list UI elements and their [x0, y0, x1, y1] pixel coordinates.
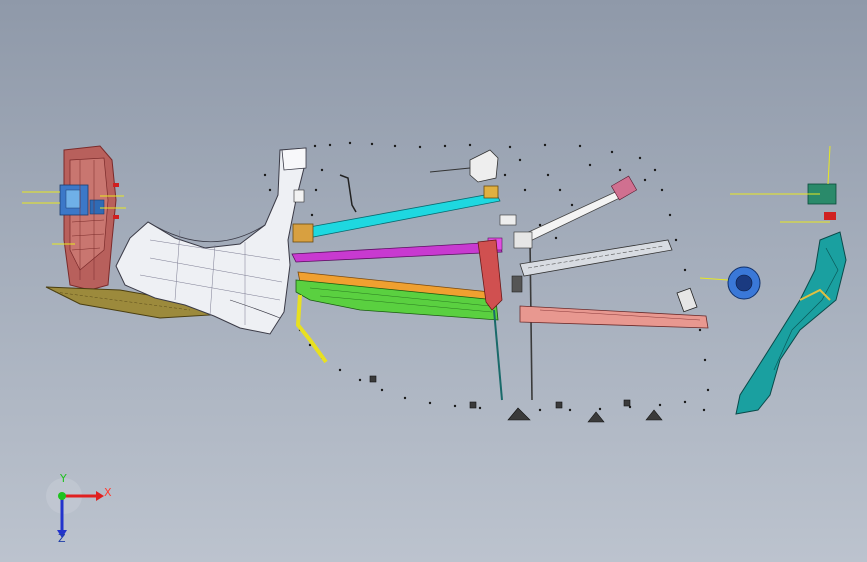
- upper-bracket[interactable]: [429, 149, 517, 226]
- side-rail-magenta[interactable]: [291, 237, 503, 263]
- floor-member-pink[interactable]: [519, 305, 709, 329]
- coordinate-triad: X Y Z: [40, 472, 120, 548]
- rail-grey[interactable]: [519, 239, 673, 277]
- x-axis-label: X: [104, 486, 112, 499]
- fuel-filler-blue[interactable]: [699, 266, 761, 300]
- bottom-brackets[interactable]: [369, 375, 663, 423]
- small-clip-part[interactable]: [676, 287, 698, 313]
- z-axis-label: Z: [58, 532, 66, 545]
- y-axis-label: Y: [60, 472, 67, 485]
- hook-bracket[interactable]: [339, 174, 357, 213]
- door-inner-panel[interactable]: [22, 145, 126, 291]
- yellow-channel[interactable]: [295, 294, 328, 364]
- assembly-drawing[interactable]: [0, 0, 867, 562]
- cad-viewport[interactable]: X Y Z: [0, 0, 867, 562]
- roof-rail-cyan[interactable]: [292, 185, 501, 243]
- strut-white[interactable]: [513, 175, 638, 249]
